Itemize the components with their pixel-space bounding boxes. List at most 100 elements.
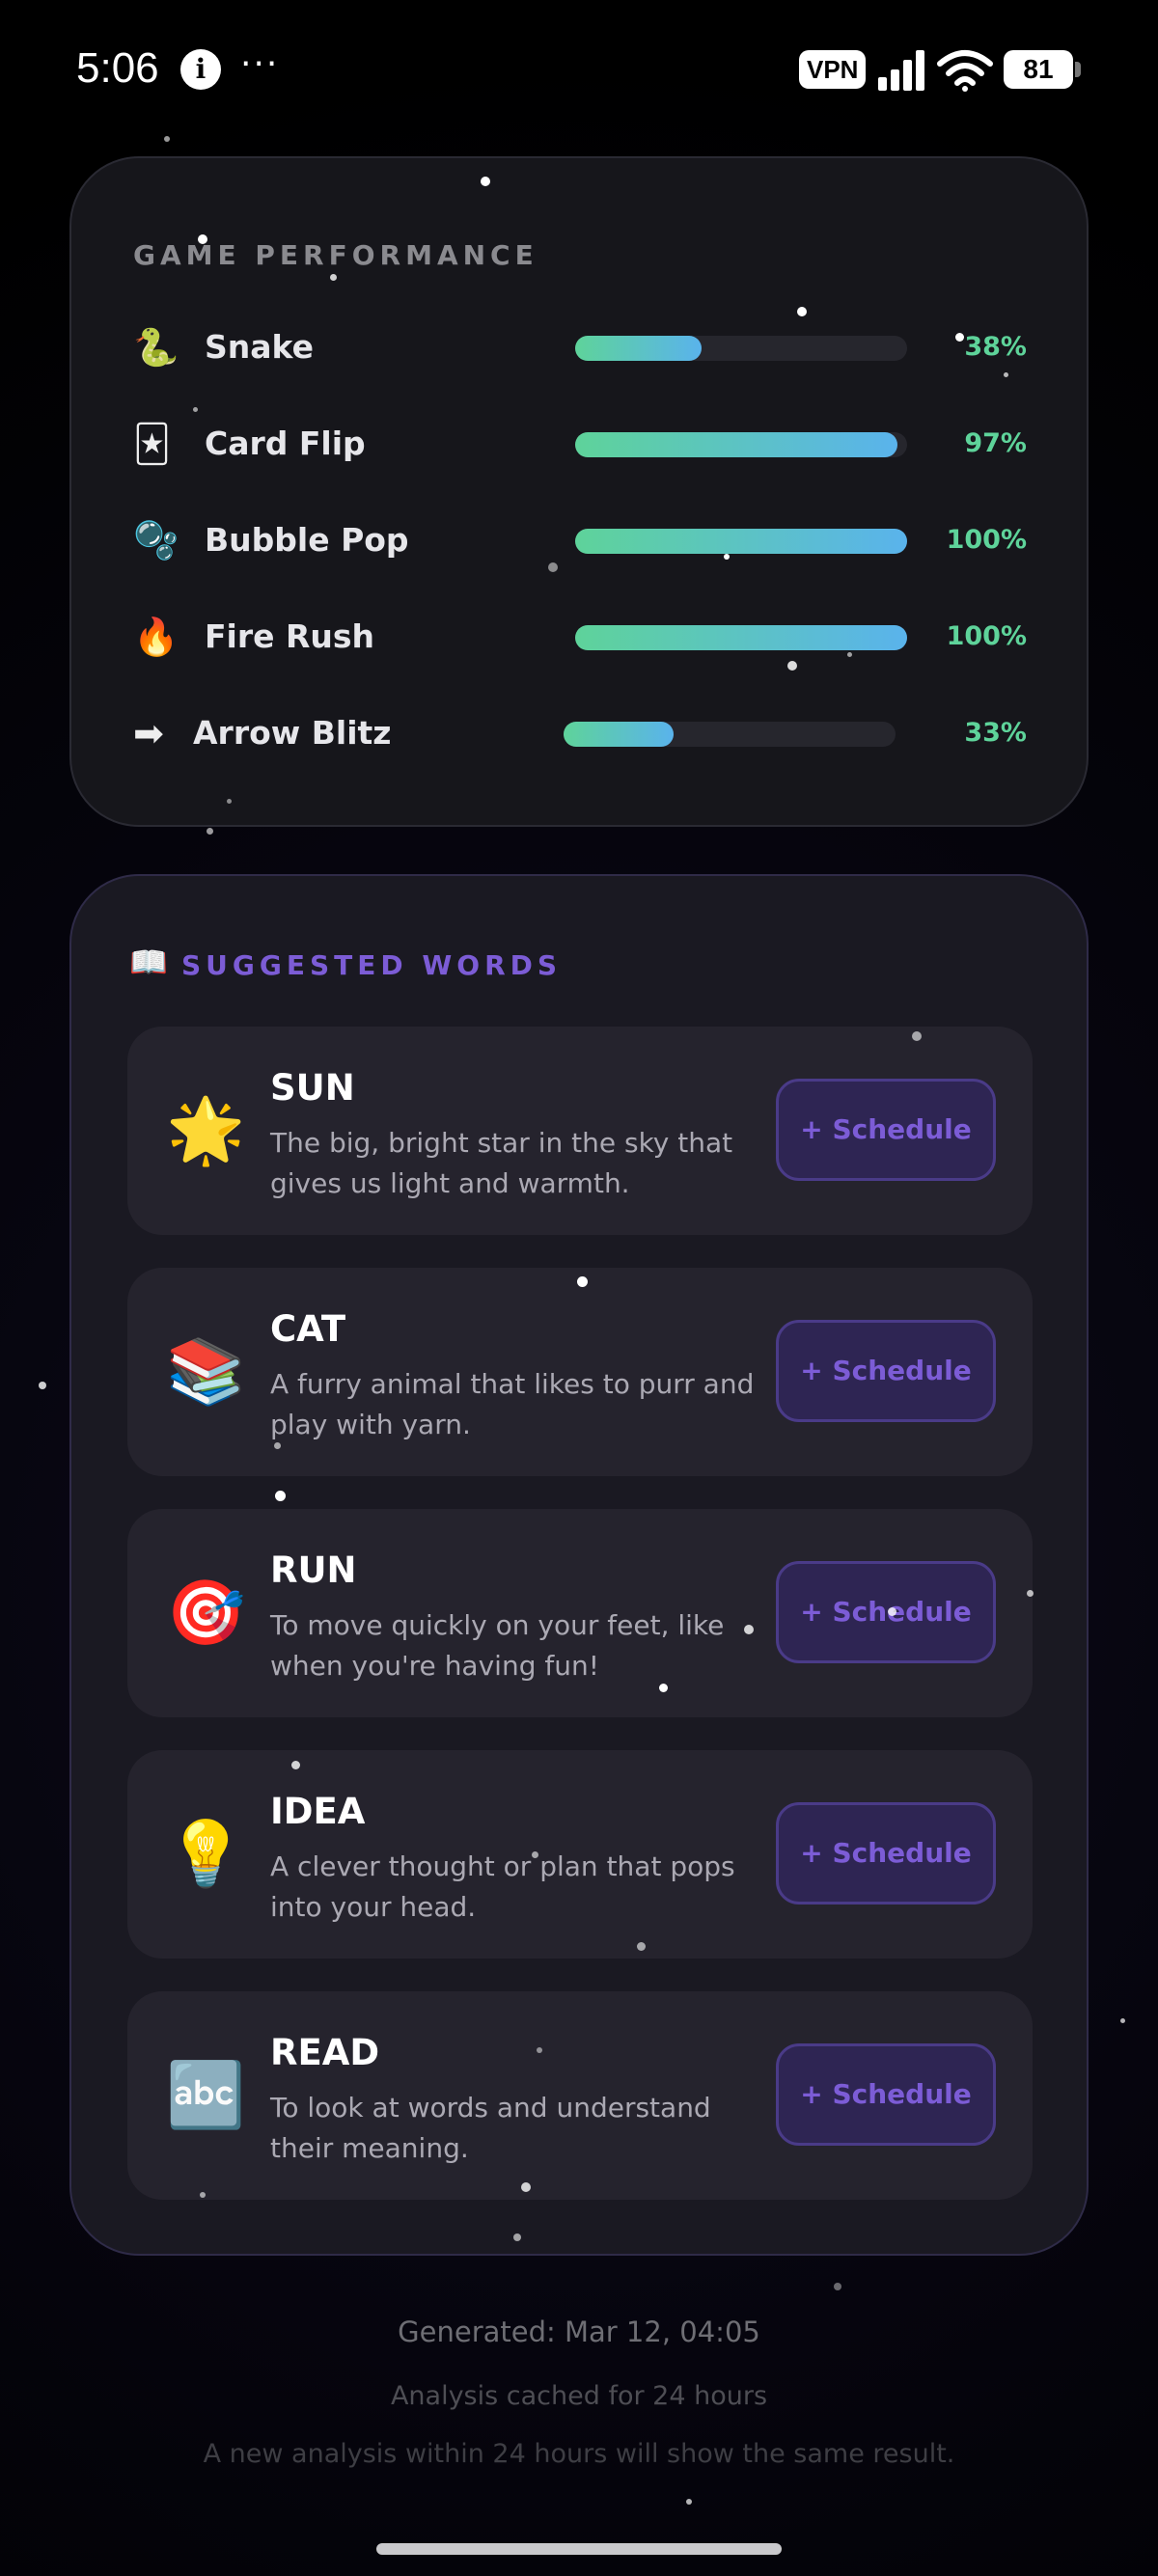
word-item-sun: 🌟 SUN The big, bright star in the sky th… (127, 1027, 1033, 1235)
target-icon: 🎯 (166, 1576, 246, 1650)
progress-bar (575, 529, 907, 554)
schedule-button[interactable]: + Schedule (776, 1802, 996, 1905)
particle (275, 1491, 286, 1501)
progress-fill (575, 529, 907, 554)
particle (847, 652, 852, 657)
game-percent: 97% (964, 428, 1027, 458)
schedule-button[interactable]: + Schedule (776, 2043, 996, 2146)
word-title: CAT (270, 1308, 346, 1350)
game-name: Bubble Pop (205, 521, 409, 559)
progress-fill (575, 336, 702, 361)
progress-bar (575, 432, 907, 457)
word-item-idea: 💡 IDEA A clever thought or plan that pop… (127, 1750, 1033, 1959)
game-name: Card Flip (205, 425, 366, 462)
progress-bar (575, 625, 907, 650)
word-definition: A clever thought or plan that pops into … (270, 1850, 735, 1923)
particle (797, 307, 807, 316)
home-indicator[interactable] (376, 2543, 782, 2555)
progress-fill (564, 722, 674, 747)
fire-icon: 🔥 (133, 616, 179, 658)
abc-icon: 🔤 (166, 2058, 246, 2132)
progress-bar (564, 722, 896, 747)
schedule-button[interactable]: + Schedule (776, 1561, 996, 1663)
lightbulb-icon: 💡 (166, 1817, 246, 1891)
word-title: SUN (270, 1067, 355, 1109)
word-item-read: 🔤 READ To look at words and understand t… (127, 1991, 1033, 2200)
cache-note: A new analysis within 24 hours will show… (203, 2439, 955, 2469)
particle (1004, 372, 1008, 377)
game-name: Arrow Blitz (193, 714, 392, 752)
suggested-words-title: SUGGESTED WORDS (181, 949, 563, 981)
books-icon: 📚 (166, 1334, 246, 1409)
star-icon: 🌟 (166, 1093, 246, 1167)
progress-fill (575, 432, 897, 457)
word-definition: To look at words and understand their me… (270, 2092, 711, 2164)
particle (659, 1684, 668, 1692)
game-row-card-flip: 🃏 Card Flip 97% (71, 415, 1087, 473)
game-percent: 33% (964, 718, 1027, 748)
signal-icon (878, 50, 926, 91)
word-definition: The big, bright star in the sky that giv… (270, 1127, 733, 1199)
status-time: 5:06 (76, 44, 159, 92)
particle (198, 234, 207, 244)
game-row-snake: 🐍 Snake 38% (71, 318, 1087, 376)
game-percent: 100% (946, 621, 1027, 651)
particle (724, 554, 730, 560)
word-definition: To move quickly on your feet, like when … (270, 1609, 725, 1682)
status-bar: 5:06 i ··· VPN 81 (0, 0, 1158, 140)
particle (537, 2047, 542, 2053)
particle (521, 2182, 531, 2192)
particle (834, 2283, 841, 2290)
battery-icon: 81 (1004, 50, 1081, 89)
schedule-button[interactable]: + Schedule (776, 1079, 996, 1181)
game-percent: 100% (946, 525, 1027, 555)
word-title: READ (270, 2032, 380, 2073)
generated-timestamp: Generated: Mar 12, 04:05 (398, 2316, 760, 2348)
particle (577, 1276, 588, 1287)
particle (200, 2192, 206, 2198)
word-definition: A furry animal that likes to purr and pl… (270, 1368, 755, 1440)
progress-fill (575, 625, 907, 650)
word-item-run: 🎯 RUN To move quickly on your feet, like… (127, 1509, 1033, 1717)
more-icon: ··· (240, 44, 280, 84)
particle (227, 799, 232, 804)
progress-bar (575, 336, 907, 361)
particle (291, 1761, 300, 1769)
particle (481, 177, 490, 186)
book-icon: 📖 (129, 944, 168, 980)
particle (513, 2233, 521, 2241)
particle (637, 1942, 646, 1951)
particle (330, 274, 337, 281)
schedule-button[interactable]: + Schedule (776, 1320, 996, 1422)
game-row-fire-rush: 🔥 Fire Rush 100% (71, 608, 1087, 666)
word-item-cat: 📚 CAT A furry animal that likes to purr … (127, 1268, 1033, 1476)
particle (1027, 1590, 1034, 1597)
game-name: Fire Rush (205, 617, 375, 655)
arrow-right-icon: ➡ (133, 712, 164, 754)
wifi-icon (937, 50, 993, 92)
game-name: Snake (205, 328, 314, 366)
particle (39, 1382, 46, 1389)
particle (548, 562, 558, 572)
particle (193, 407, 198, 412)
particle (787, 661, 797, 671)
suggested-words-card: 📖 SUGGESTED WORDS 🌟 SUN The big, bright … (69, 874, 1089, 2256)
particle (274, 1442, 281, 1449)
particle (532, 1851, 538, 1858)
vpn-badge: VPN (799, 50, 867, 89)
word-title: IDEA (270, 1791, 366, 1832)
card-icon: 🃏 (133, 423, 171, 465)
snake-icon: 🐍 (133, 326, 179, 369)
particle (164, 136, 170, 142)
particle (888, 1607, 896, 1616)
particle (1120, 2018, 1125, 2023)
game-performance-title: GAME PERFORMANCE (133, 239, 538, 271)
particle (744, 1625, 754, 1634)
game-performance-card: GAME PERFORMANCE 🐍 Snake 38% 🃏 Card Flip… (69, 156, 1089, 827)
particle (912, 1031, 922, 1041)
game-row-arrow-blitz: ➡ Arrow Blitz 33% (71, 704, 1087, 762)
info-icon: i (180, 49, 221, 90)
game-row-bubble-pop: 🫧 Bubble Pop 100% (71, 511, 1087, 569)
cache-notice: Analysis cached for 24 hours (390, 2381, 768, 2411)
bubbles-icon: 🫧 (133, 519, 179, 562)
